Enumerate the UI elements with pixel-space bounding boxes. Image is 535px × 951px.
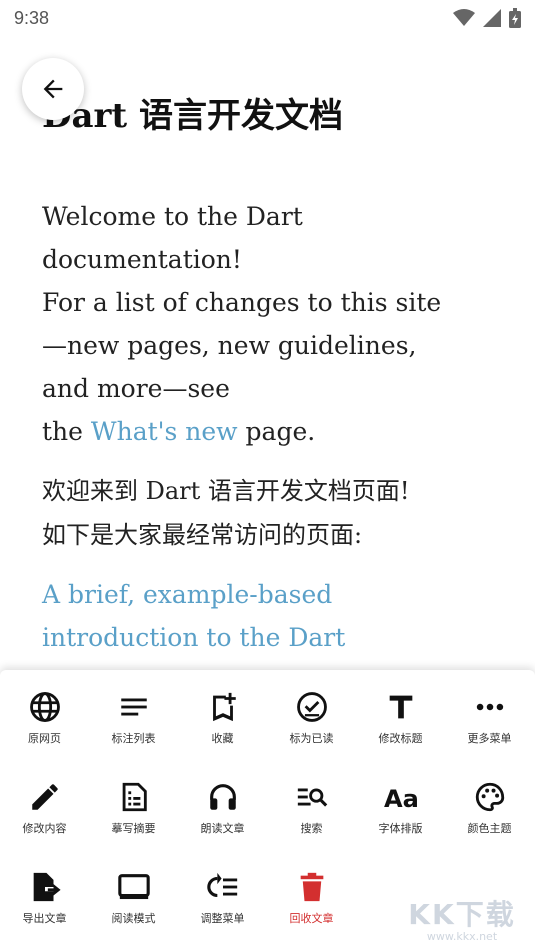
menu-label: 修改标题 (378, 732, 423, 745)
menu-label: 更多菜单 (467, 732, 512, 745)
wifi-icon (453, 9, 475, 26)
menu-label: 收藏 (211, 732, 234, 745)
text-line: and more—see (42, 374, 230, 403)
favorite-button[interactable]: 收藏 (178, 690, 267, 746)
reading-mode-icon (117, 874, 150, 900)
original-page-button[interactable]: 原网页 (0, 690, 89, 746)
export-icon (33, 872, 61, 902)
page-title: Dart 语言开发文档 (42, 96, 343, 136)
title-icon (389, 695, 412, 719)
text-line: For a list of changes to this site (42, 288, 442, 317)
action-menu-sheet: 原网页 标注列表 收藏 标为已读 修改标题 更多菜单 修改内容 摹写摘要 朗读文… (0, 670, 535, 951)
status-bar: 9:38 (0, 0, 535, 36)
article-content: Welcome to the Dart documentation! For a… (42, 195, 502, 675)
reading-mode-button[interactable]: 阅读模式 (89, 870, 178, 926)
text-fragment: page. (237, 417, 316, 446)
watermark: KK下载 www.kkx.net (397, 899, 527, 947)
menu-label: 字体排版 (378, 822, 423, 835)
menu-label: 搜索 (300, 822, 323, 835)
menu-label: 标为已读 (289, 732, 334, 745)
whats-new-link[interactable]: What's new (91, 417, 238, 446)
annotation-list-button[interactable]: 标注列表 (89, 690, 178, 746)
summary-icon (122, 782, 147, 812)
menu-label: 修改内容 (22, 822, 67, 835)
status-time: 9:38 (14, 7, 50, 28)
palette-icon (475, 782, 504, 812)
text-line: —new pages, new guidelines, (42, 331, 417, 360)
tour-link-line[interactable]: introduction to the Dart (42, 616, 502, 659)
recycle-article-button[interactable]: 回收文章 (267, 870, 356, 926)
color-theme-button[interactable]: 颜色主题 (445, 780, 534, 836)
tour-link-paragraph[interactable]: A brief, example-based introduction to t… (42, 573, 502, 659)
watermark-brand: KK下载 (408, 898, 516, 931)
more-menu-button[interactable]: 更多菜单 (445, 690, 534, 746)
globe-icon (29, 692, 60, 722)
text-fragment: the (42, 417, 91, 446)
read-aloud-button[interactable]: 朗读文章 (178, 780, 267, 836)
text-line: Welcome to the Dart (42, 202, 303, 231)
arrow-left-icon (43, 79, 63, 99)
text-line: documentation! (42, 245, 242, 274)
edit-content-button[interactable]: 修改内容 (0, 780, 89, 836)
font-icon: Aa (384, 785, 418, 813)
pencil-icon (31, 784, 58, 810)
list-icon (120, 698, 147, 716)
menu-label: 回收文章 (289, 912, 334, 925)
write-summary-button[interactable]: 摹写摘要 (89, 780, 178, 836)
text-line: the What's new page. (42, 410, 502, 453)
trash-icon (300, 872, 323, 902)
signal-icon (483, 9, 501, 27)
search-button[interactable]: 搜索 (267, 780, 356, 836)
menu-label: 导出文章 (22, 912, 67, 925)
menu-label: 摹写摘要 (111, 822, 156, 835)
menu-label: 颜色主题 (467, 822, 512, 835)
status-icons (453, 8, 521, 28)
headphones-icon (209, 784, 236, 810)
intro-paragraph: Welcome to the Dart documentation! For a… (42, 195, 502, 453)
menu-label: 标注列表 (111, 732, 156, 745)
more-icon (476, 703, 503, 711)
edit-title-button[interactable]: 修改标题 (356, 690, 445, 746)
tour-link-line[interactable]: A brief, example-based (42, 573, 502, 616)
mark-read-button[interactable]: 标为已读 (267, 690, 356, 746)
adjust-menu-icon (206, 872, 237, 898)
menu-label: 调整菜单 (200, 912, 245, 925)
text-line: 如下是大家最经常访问的页面: (42, 521, 363, 549)
svg-text:Aa: Aa (384, 785, 418, 813)
battery-icon (509, 8, 521, 28)
watermark-url: www.kkx.net (426, 930, 498, 943)
check-circle-icon (296, 692, 327, 722)
typography-button[interactable]: Aa 字体排版 (356, 780, 445, 836)
menu-label: 原网页 (28, 732, 61, 745)
action-grid: 原网页 标注列表 收藏 标为已读 修改标题 更多菜单 修改内容 摹写摘要 朗读文… (0, 690, 535, 926)
menu-label: 阅读模式 (111, 912, 156, 925)
bookmark-add-icon (212, 692, 236, 722)
search-list-icon (297, 788, 327, 807)
text-line: 欢迎来到 Dart 语言开发文档页面! (42, 477, 410, 505)
export-article-button[interactable]: 导出文章 (0, 870, 89, 926)
back-button[interactable] (22, 58, 84, 120)
adjust-menu-button[interactable]: 调整菜单 (178, 870, 267, 926)
chinese-paragraph: 欢迎来到 Dart 语言开发文档页面! 如下是大家最经常访问的页面: (42, 469, 502, 557)
menu-label: 朗读文章 (200, 822, 245, 835)
